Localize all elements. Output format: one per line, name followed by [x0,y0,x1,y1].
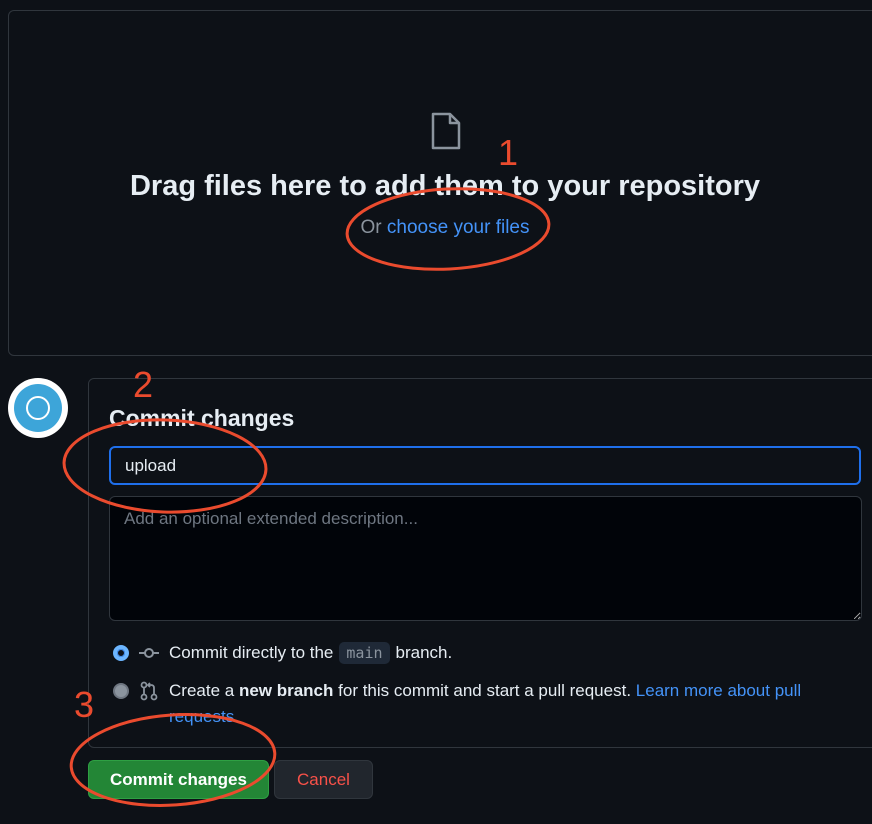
dropzone-or-text: Or [360,217,382,238]
option-new-prefix: Create a [169,681,235,700]
radio-new-branch[interactable] [113,683,129,699]
commit-description-input[interactable] [109,496,862,621]
commit-summary-input[interactable] [109,446,861,485]
commit-changes-button[interactable]: Commit changes [88,760,269,799]
dropzone-subtitle: Or choose your files [0,217,872,239]
cancel-button[interactable]: Cancel [274,760,373,799]
option-commit-direct[interactable]: Commit directly to the main branch. [113,642,452,664]
option-new-bold: new branch [238,681,334,700]
choose-files-link[interactable]: choose your files [387,217,530,238]
annotation-label-3: 3 [74,684,95,725]
annotation-label-2: 2 [133,364,154,405]
commit-title: Commit changes [109,405,295,431]
avatar-logo [14,384,62,432]
option-direct-prefix: Commit directly to the [169,643,334,662]
avatar [8,378,68,438]
avatar-logo-ring [26,396,50,420]
option-new-text: Create a new branch for this commit and … [169,678,801,730]
branch-name-badge: main [339,642,390,664]
git-pull-request-icon [139,681,159,701]
option-new-middle: for this commit and start a pull request… [338,681,632,700]
learn-more-link-line1[interactable]: Learn more about pull [636,681,801,700]
dropzone-title: Drag files here to add them to your repo… [129,170,761,202]
annotation-label-1: 1 [498,132,519,173]
option-direct-suffix: branch. [395,643,453,662]
git-commit-icon [139,647,159,659]
option-new-branch[interactable]: Create a new branch for this commit and … [113,678,853,730]
learn-more-link-line2[interactable]: requests. [169,707,239,726]
file-icon [430,112,462,155]
radio-commit-direct[interactable] [113,645,129,661]
